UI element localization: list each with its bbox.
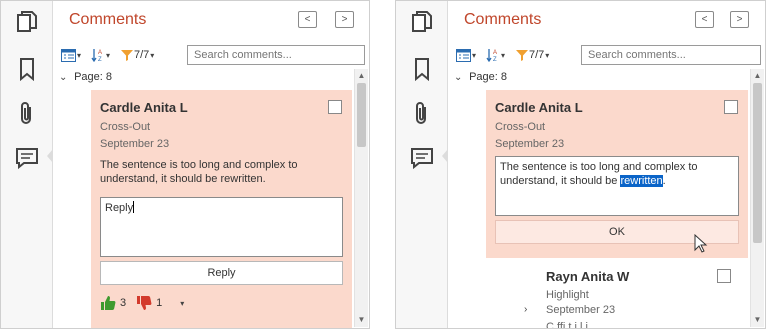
reactions-row: 3 1 ▾: [100, 294, 184, 312]
chevron-right-icon[interactable]: ›: [524, 304, 527, 315]
chevron-down-icon: ⌄: [59, 72, 68, 83]
panel-title: Comments: [464, 11, 542, 28]
comment-edit-input[interactable]: The sentence is too long and complex to …: [495, 156, 739, 216]
chevron-down-icon: ▾: [472, 50, 477, 60]
comment-date: September 23: [546, 304, 616, 316]
resolve-checkbox[interactable]: [717, 269, 731, 283]
comments-icon[interactable]: [409, 145, 435, 171]
filter-row: ▾ AZ ▾ 7/7 ▾: [59, 45, 365, 65]
side-toolbar: [396, 1, 448, 328]
scroll-down-arrow[interactable]: ▼: [355, 313, 368, 327]
scroll-down-arrow[interactable]: ▼: [751, 313, 764, 327]
view-options-dropdown[interactable]: ▾: [61, 45, 81, 65]
mouse-pointer-icon: [694, 234, 708, 253]
list-view-icon: [456, 48, 471, 62]
panel-title: Comments: [69, 11, 147, 28]
list-view-icon: [61, 48, 76, 62]
prev-comment-button[interactable]: <: [298, 11, 317, 28]
sort-dropdown[interactable]: AZ ▾: [91, 45, 110, 65]
attachment-icon[interactable]: [14, 101, 40, 127]
view-options-dropdown[interactable]: ▾: [456, 45, 476, 65]
side-toolbar: [1, 1, 53, 328]
scroll-up-arrow[interactable]: ▲: [751, 69, 764, 83]
svg-text:A: A: [493, 50, 497, 56]
vertical-scrollbar[interactable]: ▲ ▼: [354, 69, 368, 327]
svg-text:Z: Z: [98, 57, 102, 62]
page-group-header[interactable]: ⌄ Page: 8: [454, 71, 507, 83]
selected-text: rewritten: [620, 175, 663, 187]
chevron-down-icon: ▾: [77, 50, 82, 60]
next-comment-button[interactable]: >: [730, 11, 749, 28]
text-cursor: [133, 201, 135, 213]
next-comment-button[interactable]: >: [335, 11, 354, 28]
comment-type: Cross-Out: [100, 121, 151, 133]
chevron-down-icon: ▾: [150, 50, 155, 60]
search-input[interactable]: [187, 45, 365, 65]
comments-panel: Comments < > ▾ AZ ▾ 7/7 ▾ ⌄ Page: 8 Car: [53, 1, 369, 328]
comments-panel: Comments < > ▾ AZ ▾ 7/7 ▾ ⌄ Page: 8 Car: [448, 1, 765, 328]
chevron-down-icon: ▾: [106, 50, 111, 60]
reply-button[interactable]: Reply: [100, 261, 343, 285]
edit-text-after: .: [662, 175, 666, 187]
comments-pane-left: Comments < > ▾ AZ ▾ 7/7 ▾ ⌄ Page: 8 Car: [0, 0, 370, 329]
bookmark-icon[interactable]: [409, 56, 435, 82]
filter-count: 7/7: [134, 49, 150, 61]
filter-dropdown[interactable]: 7/7 ▾: [121, 45, 154, 65]
filter-icon: [121, 50, 133, 61]
comment-type: Highlight: [546, 289, 589, 301]
chevron-down-icon: ⌄: [454, 72, 463, 83]
comment-author: Cardle Anita L: [100, 100, 188, 115]
sort-dropdown[interactable]: AZ ▾: [486, 45, 505, 65]
comment-card[interactable]: Cardle Anita L Cross-Out September 23 Th…: [91, 90, 352, 328]
comment-type: Cross-Out: [495, 121, 546, 133]
comments-pane-right: Comments < > ▾ AZ ▾ 7/7 ▾ ⌄ Page: 8 Car: [395, 0, 766, 329]
comment-text: The sentence is too long and complex to …: [100, 159, 298, 185]
scroll-thumb[interactable]: [357, 83, 366, 147]
search-input[interactable]: [581, 45, 761, 65]
attachment-icon[interactable]: [409, 101, 435, 127]
reply-input-value: Reply: [105, 202, 134, 214]
comment-author: Rayn Anita W: [546, 269, 630, 284]
more-reactions-dropdown[interactable]: ▾: [180, 299, 184, 308]
comment-author: Cardle Anita L: [495, 100, 583, 115]
filter-count: 7/7: [529, 49, 545, 61]
filter-icon: [516, 50, 528, 61]
scroll-up-arrow[interactable]: ▲: [355, 69, 368, 83]
reply-input[interactable]: Reply: [100, 197, 343, 257]
comment-date: September 23: [100, 138, 170, 150]
comment-text-clipped: C ffi t i l i: [546, 321, 588, 329]
dislikes-count: 1: [156, 297, 163, 309]
resolve-checkbox[interactable]: [328, 100, 342, 114]
prev-comment-button[interactable]: <: [695, 11, 714, 28]
sort-az-icon: AZ: [486, 49, 497, 62]
page-group-label: Page: 8: [74, 71, 112, 83]
resolve-checkbox[interactable]: [724, 100, 738, 114]
chevron-down-icon: ▾: [545, 50, 550, 60]
thumbs-down-icon[interactable]: [136, 295, 152, 311]
edit-text-before: The sentence is too long and complex to …: [500, 161, 698, 187]
page-group-label: Page: 8: [469, 71, 507, 83]
svg-text:Z: Z: [493, 57, 497, 62]
pages-icon[interactable]: [409, 9, 435, 35]
comments-icon[interactable]: [14, 145, 40, 171]
likes-count: 3: [120, 297, 127, 309]
sort-az-icon: AZ: [91, 49, 102, 62]
chevron-down-icon: ▾: [501, 50, 506, 60]
scroll-thumb[interactable]: [753, 83, 762, 243]
pages-icon[interactable]: [14, 9, 40, 35]
comment-card-editing[interactable]: Cardle Anita L Cross-Out September 23 Th…: [486, 90, 748, 258]
filter-dropdown[interactable]: 7/7 ▾: [516, 45, 549, 65]
comment-date: September 23: [495, 138, 565, 150]
filter-row: ▾ AZ ▾ 7/7 ▾: [454, 45, 761, 65]
bookmark-icon[interactable]: [14, 56, 40, 82]
svg-text:A: A: [98, 50, 102, 56]
page-group-header[interactable]: ⌄ Page: 8: [59, 71, 112, 83]
thumbs-up-icon[interactable]: [100, 295, 116, 311]
vertical-scrollbar[interactable]: ▲ ▼: [750, 69, 764, 327]
